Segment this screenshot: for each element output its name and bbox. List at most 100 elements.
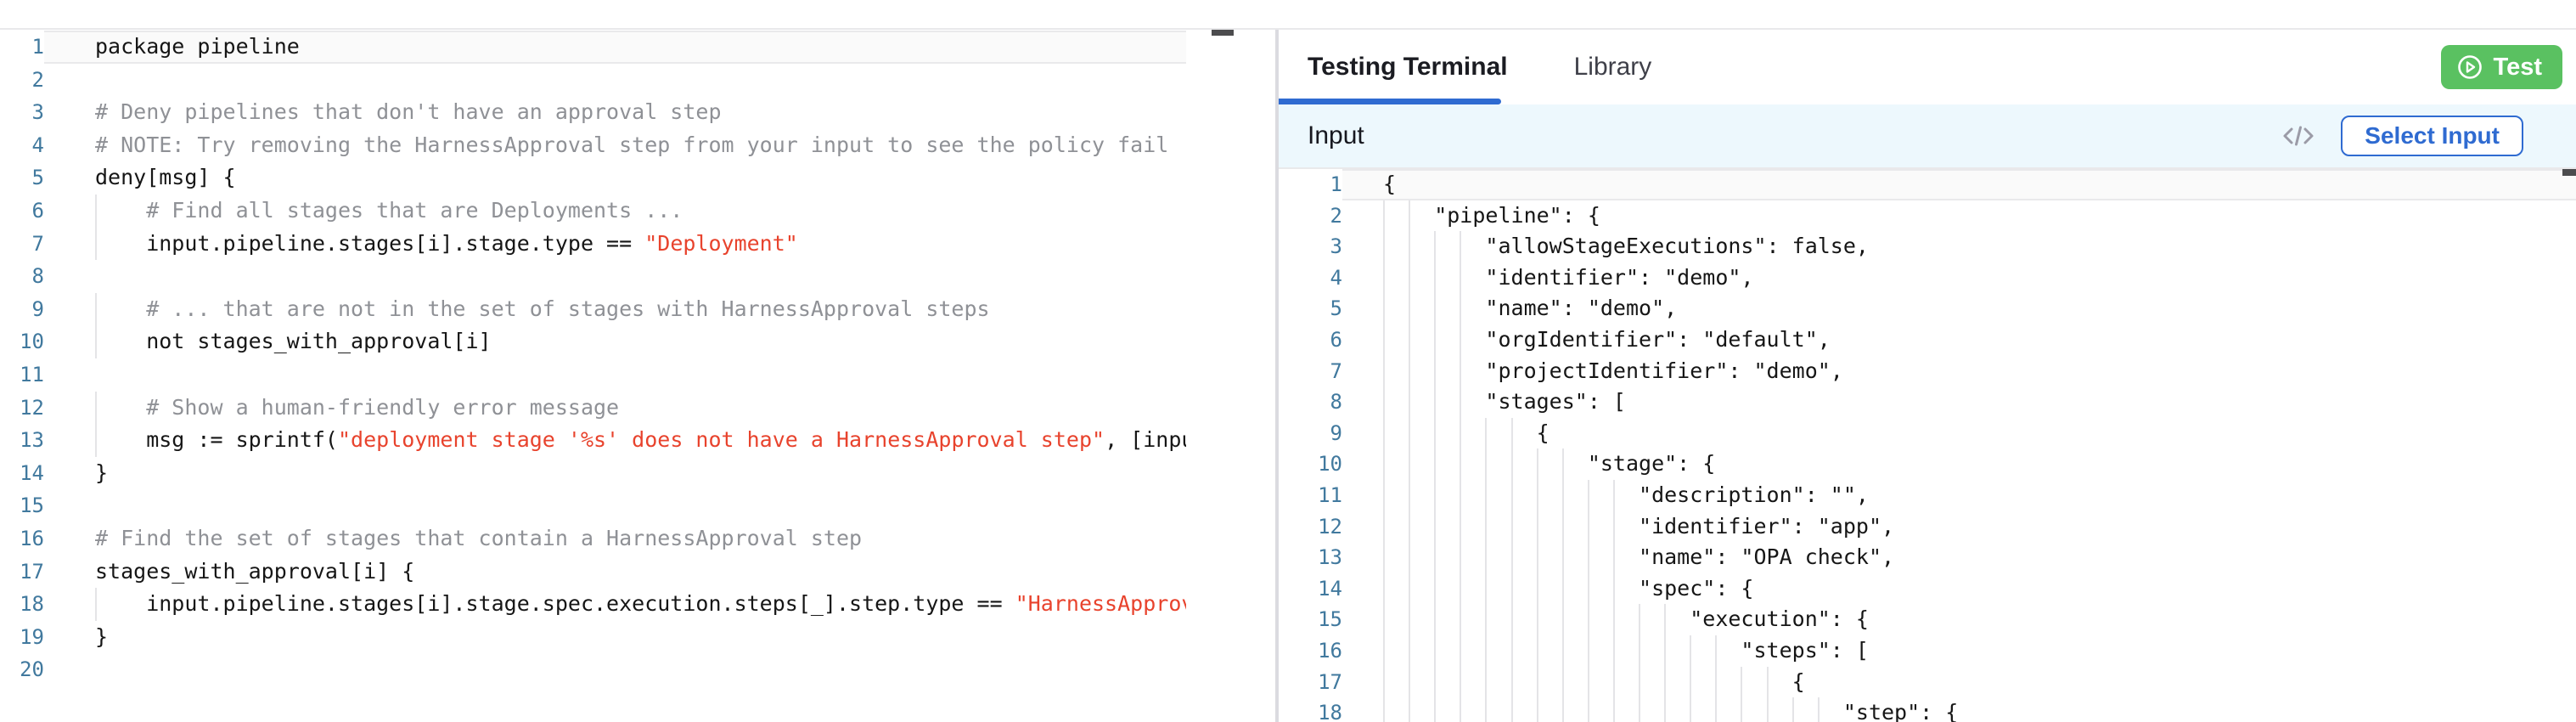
line-number: 12 (1279, 511, 1342, 543)
line-number: 4 (0, 129, 44, 162)
code-line[interactable]: 1{ (1279, 169, 2576, 200)
line-number: 16 (0, 522, 44, 556)
indent-guide (1383, 542, 1385, 573)
code-line-text: "identifier": "app", (1342, 511, 2576, 543)
indent-guide (1588, 573, 1589, 605)
line-number: 1 (0, 31, 44, 64)
code-line-text: "orgIdentifier": "default", (1342, 324, 2576, 356)
indent-guide (1690, 697, 1691, 722)
indent-guide (1383, 262, 1385, 294)
indent-guide (1664, 667, 1666, 698)
test-button[interactable]: Test (2441, 45, 2562, 89)
code-line[interactable]: 5 "name": "demo", (1279, 293, 2576, 324)
code-line-text: "projectIdentifier": "demo", (1342, 356, 2576, 387)
indent-guide (1460, 324, 1461, 356)
code-line-text: # Show a human-friendly error message (44, 392, 1186, 425)
indent-guide (1383, 356, 1385, 387)
input-json-editor[interactable]: 1{2 "pipeline": {3 "allowStageExecutions… (1279, 167, 2576, 722)
indent-guide (1460, 604, 1461, 635)
code-line[interactable]: 18 input.pipeline.stages[i].stage.spec.e… (0, 588, 1275, 621)
code-line[interactable]: 4 "identifier": "demo", (1279, 262, 2576, 294)
code-line-text: { (1342, 169, 2576, 200)
code-line[interactable]: 8 (0, 260, 1275, 293)
code-line[interactable]: 12 "identifier": "app", (1279, 511, 2576, 543)
code-line[interactable]: 10 "stage": { (1279, 448, 2576, 480)
code-line-text: input.pipeline.stages[i].stage.type == "… (44, 228, 1186, 261)
code-line[interactable]: 5deny[msg] { (0, 161, 1275, 195)
code-line[interactable]: 3# Deny pipelines that don't have an app… (0, 96, 1275, 129)
indent-guide (1383, 480, 1385, 511)
code-line[interactable]: 16 "steps": [ (1279, 635, 2576, 667)
code-line[interactable]: 7 "projectIdentifier": "demo", (1279, 356, 2576, 387)
input-section-header: Input Select Input (1279, 104, 2576, 167)
policy-code-editor[interactable]: 1package pipeline23# Deny pipelines that… (0, 30, 1275, 722)
indent-guide (1690, 667, 1691, 698)
code-line[interactable]: 9 # ... that are not in the set of stage… (0, 293, 1275, 326)
code-line[interactable]: 13 "name": "OPA check", (1279, 542, 2576, 573)
code-line[interactable]: 3 "allowStageExecutions": false, (1279, 231, 2576, 262)
tab-library[interactable]: Library (1574, 53, 1652, 82)
indent-guide (1383, 448, 1385, 480)
indent-guide (1409, 697, 1410, 722)
indent-guide (1434, 262, 1436, 294)
select-input-button[interactable]: Select Input (2341, 116, 2523, 156)
indent-guide (1562, 604, 1564, 635)
code-line[interactable]: 14} (0, 457, 1275, 490)
code-line-text: } (44, 457, 1186, 490)
code-line[interactable]: 11 "description": "", (1279, 480, 2576, 511)
indent-guide (1613, 480, 1615, 511)
indent-guide (1639, 604, 1640, 635)
code-line[interactable]: 15 "execution": { (1279, 604, 2576, 635)
code-line[interactable]: 17 { (1279, 667, 2576, 698)
code-line[interactable]: 2 (0, 64, 1275, 97)
code-line[interactable]: 12 # Show a human-friendly error message (0, 392, 1275, 425)
indent-guide (1537, 604, 1538, 635)
code-line[interactable]: 16# Find the set of stages that contain … (0, 522, 1275, 556)
code-line[interactable]: 11 (0, 358, 1275, 392)
code-line[interactable]: 18 "step": { (1279, 697, 2576, 722)
indent-guide (1434, 667, 1436, 698)
code-line-text: "name": "OPA check", (1342, 542, 2576, 573)
indent-guide (1434, 635, 1436, 667)
code-line[interactable]: 15 (0, 489, 1275, 522)
code-line[interactable]: 20 (0, 653, 1275, 686)
input-section-title: Input (1308, 121, 1364, 150)
overview-ruler-cursor-marker (1212, 30, 1234, 36)
code-line[interactable]: 1package pipeline (0, 31, 1275, 64)
indent-guide (95, 588, 97, 621)
code-line-text: "pipeline": { (1342, 200, 2576, 232)
code-line[interactable]: 13 msg := sprintf("deployment stage '%s'… (0, 424, 1275, 457)
code-line[interactable]: 4# NOTE: Try removing the HarnessApprova… (0, 129, 1275, 162)
code-line[interactable]: 6 "orgIdentifier": "default", (1279, 324, 2576, 356)
line-number: 17 (0, 556, 44, 589)
code-view-toggle-button[interactable] (2281, 123, 2315, 149)
indent-guide (95, 293, 97, 326)
indent-guide (1485, 573, 1487, 605)
code-line-text: # NOTE: Try removing the HarnessApproval… (44, 129, 1186, 162)
code-line-text: # Find the set of stages that contain a … (44, 522, 1186, 556)
indent-guide (95, 392, 97, 425)
code-line[interactable]: 14 "spec": { (1279, 573, 2576, 605)
line-number: 18 (0, 588, 44, 621)
overview-ruler-cursor-marker (2562, 169, 2576, 176)
code-line-text: } (44, 621, 1186, 654)
play-circle-icon (2456, 54, 2483, 81)
indent-guide (1664, 697, 1666, 722)
tab-testing-terminal[interactable]: Testing Terminal (1308, 53, 1508, 82)
line-number: 10 (0, 325, 44, 358)
code-line[interactable]: 8 "stages": [ (1279, 386, 2576, 418)
code-line[interactable]: 17stages_with_approval[i] { (0, 556, 1275, 589)
code-line[interactable]: 19} (0, 621, 1275, 654)
indent-guide (1383, 200, 1385, 232)
line-number: 8 (0, 260, 44, 293)
indent-guide (1460, 231, 1461, 262)
code-line[interactable]: 6 # Find all stages that are Deployments… (0, 195, 1275, 228)
code-line[interactable]: 10 not stages_with_approval[i] (0, 325, 1275, 358)
indent-guide (1383, 511, 1385, 543)
line-number: 15 (1279, 604, 1342, 635)
code-line[interactable]: 2 "pipeline": { (1279, 200, 2576, 232)
line-number: 20 (0, 653, 44, 686)
indent-guide (1409, 231, 1410, 262)
code-line[interactable]: 7 input.pipeline.stages[i].stage.type ==… (0, 228, 1275, 261)
code-line[interactable]: 9 { (1279, 418, 2576, 449)
